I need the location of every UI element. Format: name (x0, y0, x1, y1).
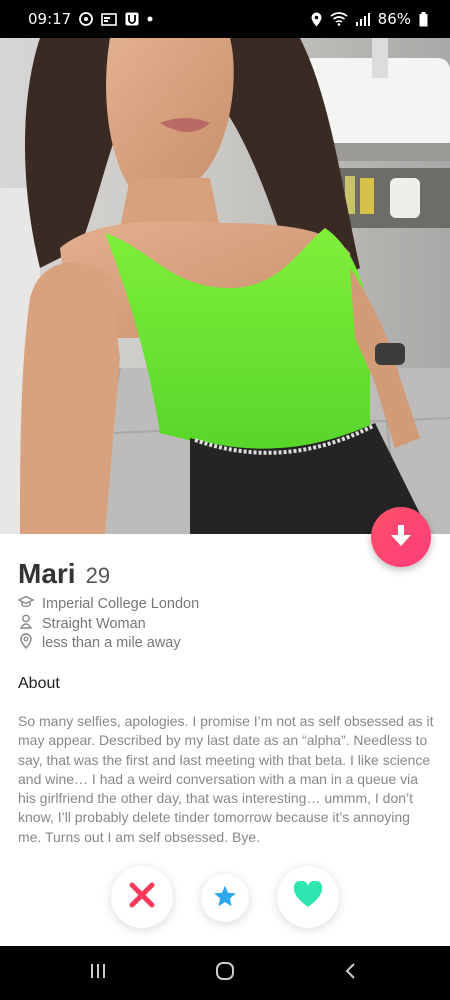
like-button[interactable] (277, 866, 339, 928)
app-notification-icon (125, 12, 139, 26)
location-pin-icon (18, 633, 34, 653)
battery-icon (419, 11, 428, 27)
distance-row: less than a mile away (18, 633, 181, 653)
recent-apps-icon (89, 963, 107, 984)
school-row: Imperial College London (17, 595, 200, 613)
star-icon (213, 884, 237, 913)
wifi-icon (330, 12, 348, 26)
settings-notification-icon (79, 12, 94, 26)
school-text: Imperial College London (42, 596, 200, 612)
status-time: 09:17 (28, 10, 72, 28)
x-icon (129, 882, 155, 913)
battery-percent: 86% (377, 10, 411, 28)
message-notification-icon (101, 12, 118, 26)
home-button[interactable] (205, 956, 245, 990)
back-button[interactable] (330, 956, 370, 990)
dot-icon (147, 16, 153, 22)
bio-text: So many selfies, apologies. I promise I’… (18, 713, 434, 845)
signal-icon (355, 12, 370, 26)
status-bar: 09:17 86% (0, 0, 450, 38)
orientation-text: Straight Woman (42, 615, 146, 632)
school-icon (17, 595, 35, 613)
person-icon (18, 614, 34, 633)
back-icon (343, 962, 357, 985)
profile-age: 29 (85, 563, 111, 588)
profile-header: Mari 29 (18, 558, 110, 590)
show-less-button[interactable] (371, 507, 431, 567)
profile-photo[interactable] (0, 38, 450, 534)
about-heading: About (18, 675, 60, 692)
heart-icon (293, 880, 323, 913)
super-like-button[interactable] (201, 874, 249, 922)
recent-apps-button[interactable] (78, 956, 118, 990)
down-arrow-icon (390, 523, 412, 552)
orientation-row: Straight Woman (18, 614, 146, 633)
nope-button[interactable] (111, 866, 173, 928)
home-icon (215, 961, 235, 986)
profile-name: Mari (18, 558, 76, 589)
distance-text: less than a mile away (42, 635, 181, 651)
system-nav-bar (0, 946, 450, 1000)
location-icon (311, 12, 322, 27)
